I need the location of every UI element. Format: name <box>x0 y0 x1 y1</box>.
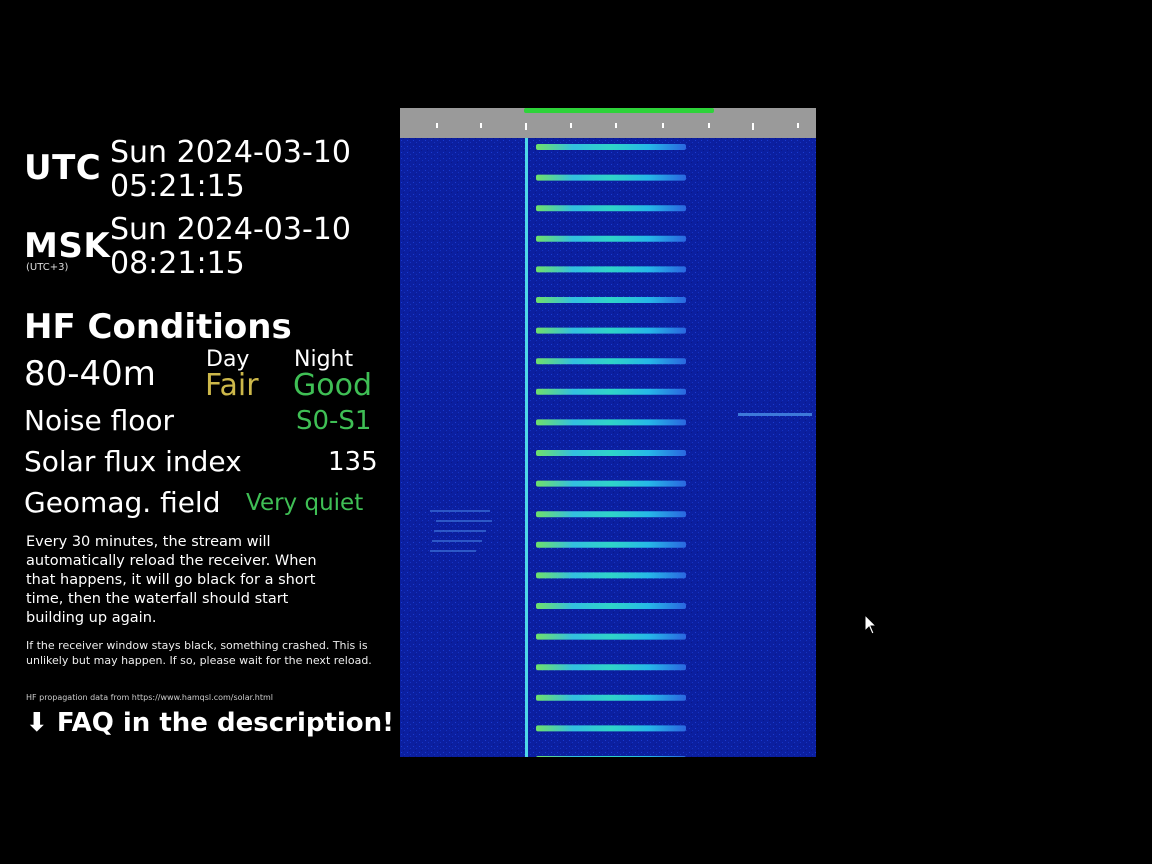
signal-burst <box>536 266 686 273</box>
msk-sublabel: (UTC+3) <box>26 262 69 273</box>
signal-burst <box>536 205 686 212</box>
noise-floor-label: Noise floor <box>24 404 174 437</box>
passband-indicator <box>524 108 714 113</box>
msk-date: Sun 2024-03-10 <box>110 212 351 247</box>
geomag-value: Very quiet <box>246 490 364 516</box>
signal-burst <box>536 756 686 757</box>
msk-time: 08:21:15 <box>110 246 245 281</box>
reload-note: Every 30 minutes, the stream will automa… <box>26 534 317 626</box>
signal-burst <box>536 297 686 303</box>
signal-bursts <box>536 144 686 757</box>
solar-flux-value: 135 <box>328 447 378 477</box>
signal-burst <box>536 327 686 334</box>
day-condition: Fair <box>205 368 259 403</box>
signal-burst <box>536 480 686 487</box>
signal-burst <box>536 541 686 548</box>
signal-burst <box>536 144 686 150</box>
signal-burst <box>536 235 686 242</box>
signal-burst <box>536 603 686 609</box>
signal-burst <box>536 633 686 640</box>
faq-note: ⬇ FAQ in the description! ⬇ <box>26 708 425 738</box>
msk-label: MSK <box>24 226 111 266</box>
signal-burst <box>536 511 686 518</box>
utc-date: Sun 2024-03-10 <box>110 135 351 170</box>
signal-burst <box>536 694 686 701</box>
geomag-label: Geomag. field <box>24 486 221 519</box>
noise-floor-value: S0-S1 <box>296 406 372 436</box>
waterfall-display <box>400 108 816 757</box>
signal-burst <box>536 174 686 181</box>
night-condition: Good <box>293 368 372 403</box>
signal-burst <box>536 450 686 456</box>
signal-burst <box>536 388 686 395</box>
source-note: HF propagation data from https://www.ham… <box>26 693 273 702</box>
crash-note: If the receiver window stays black, some… <box>26 639 372 667</box>
band-label: 80-40m <box>24 354 156 394</box>
utc-label: UTC <box>24 148 102 188</box>
signal-burst <box>536 664 686 671</box>
side-signal <box>738 413 812 416</box>
signal-burst <box>536 725 686 732</box>
solar-flux-label: Solar flux index <box>24 445 242 478</box>
utc-time: 05:21:15 <box>110 169 245 204</box>
signal-burst <box>536 572 686 579</box>
signal-burst <box>536 358 686 365</box>
mouse-pointer-icon <box>864 614 878 635</box>
frequency-marker <box>525 138 528 757</box>
conditions-title: HF Conditions <box>24 307 292 347</box>
signal-burst <box>536 419 686 426</box>
